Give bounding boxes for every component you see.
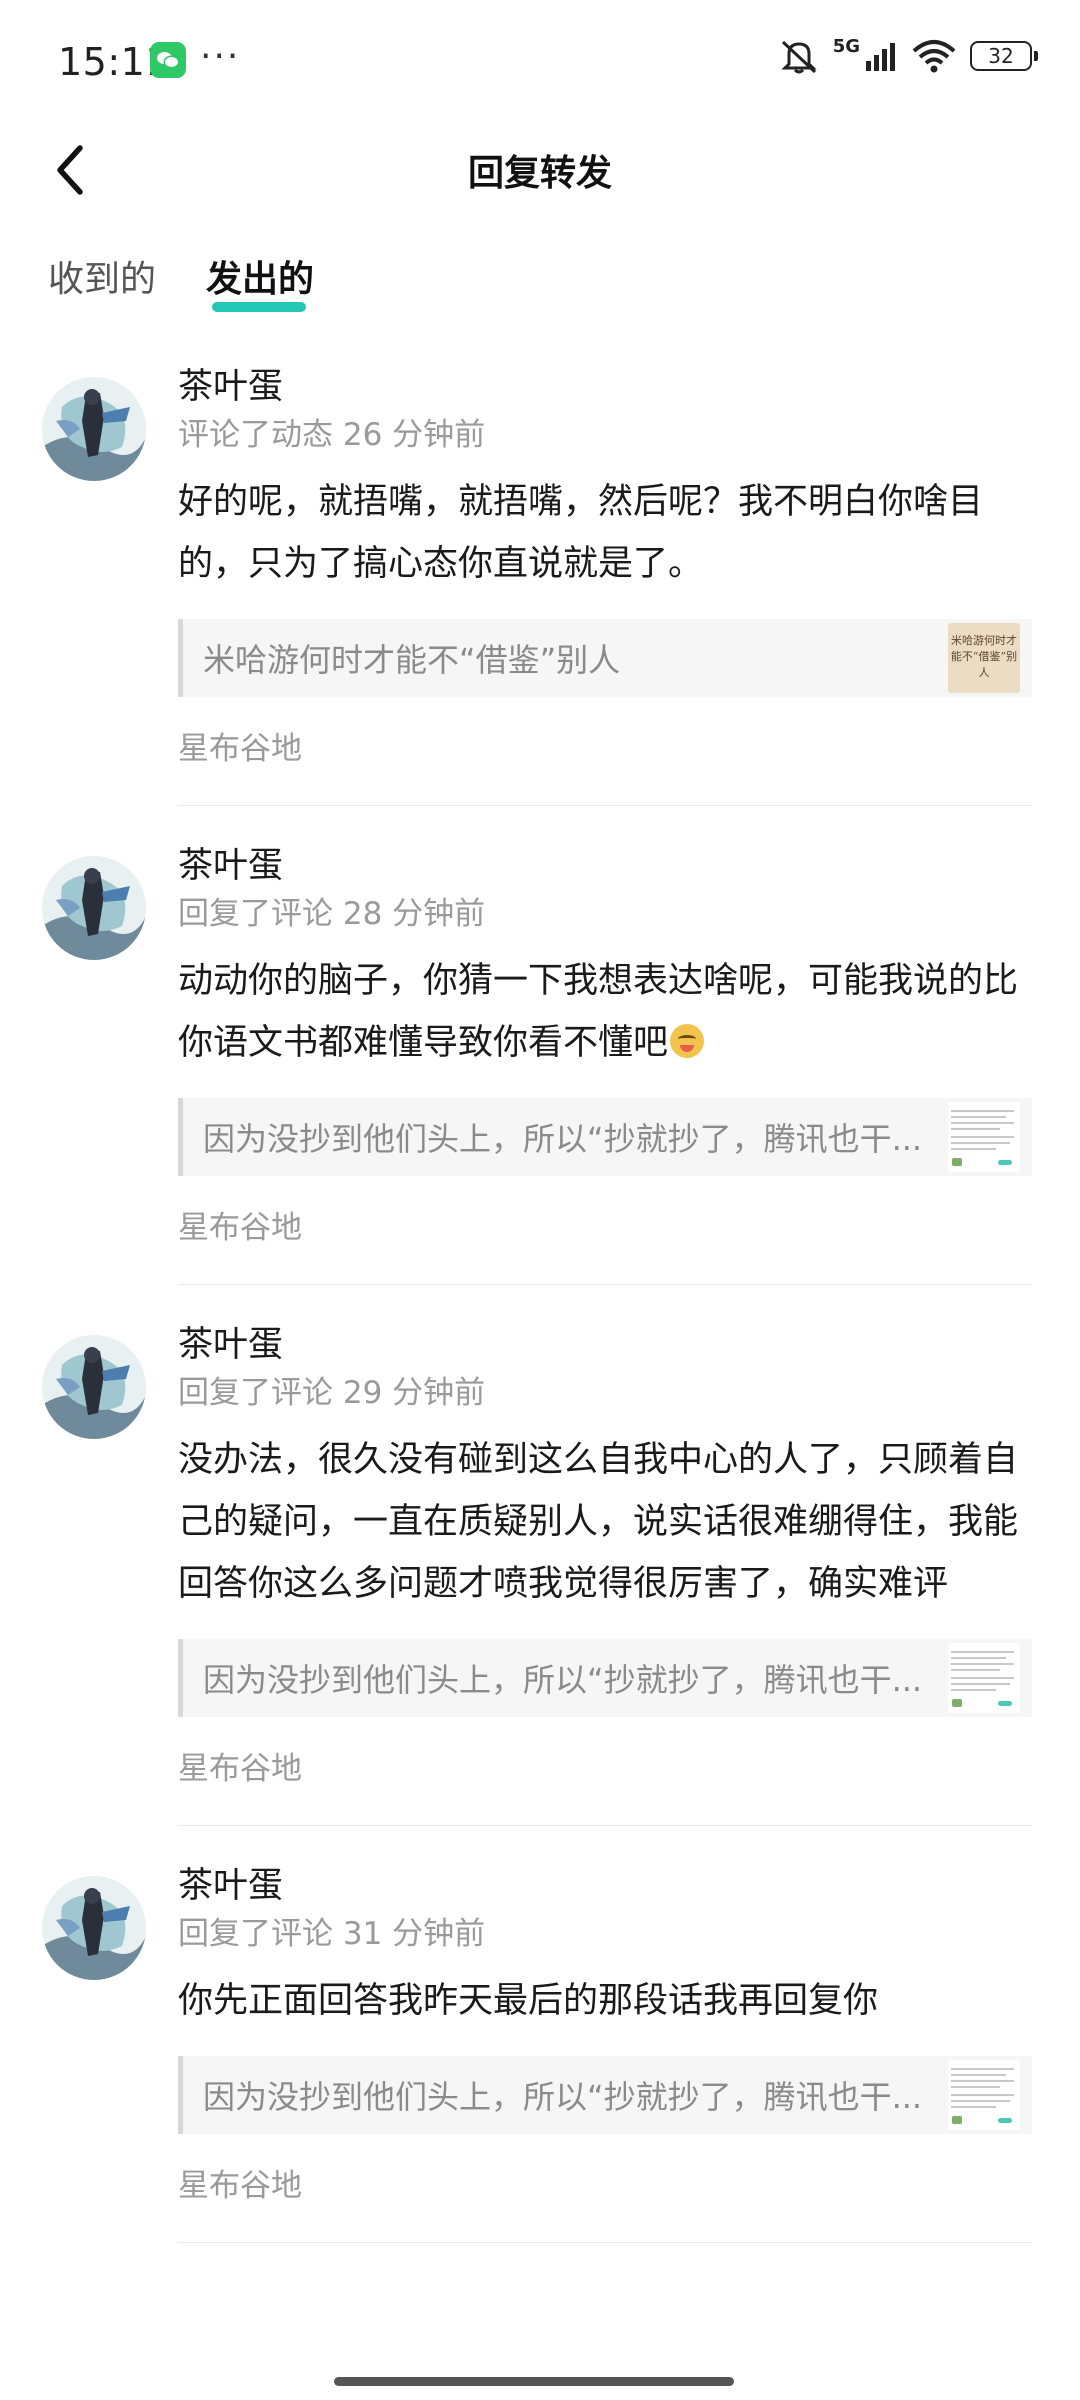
list-item[interactable]: 茶叶蛋 回复了评论 28 分钟前 动动你的脑子，你猜一下我想表达啥呢，可能我说的… [0, 844, 1080, 1285]
page-title: 回复转发 [467, 153, 612, 194]
activity-meta: 评论了动态 26 分钟前 [178, 417, 486, 453]
avatar[interactable] [42, 377, 146, 481]
user-name[interactable]: 茶叶蛋 [178, 1323, 1032, 1367]
wechat-icon [150, 42, 186, 78]
more-dots-icon: ··· [200, 36, 241, 77]
laughing-emoji-icon [670, 1024, 705, 1058]
user-name[interactable]: 茶叶蛋 [178, 365, 1032, 409]
wifi-icon [912, 40, 956, 73]
quoted-post[interactable]: 因为没抄到他们头上，所以“抄就抄了，腾讯也干... [178, 1098, 1032, 1176]
status-icons: 5G 32 [779, 35, 1038, 74]
user-name[interactable]: 茶叶蛋 [178, 844, 1032, 888]
user-name[interactable]: 茶叶蛋 [178, 1864, 1032, 1908]
quoted-post[interactable]: 因为没抄到他们头上，所以“抄就抄了，腾讯也干... [178, 2056, 1032, 2134]
topic-tag[interactable]: 星布谷地 [178, 2166, 1032, 2206]
quoted-text: 米哈游何时才能不“借鉴”别人 [203, 641, 621, 679]
quoted-text: 因为没抄到他们头上，所以“抄就抄了，腾讯也干... [203, 2078, 923, 2116]
reply-content: 没办法，很久没有碰到这么自我中心的人了，只顾着自己的疑问，一直在质疑别人，说实话… [178, 1440, 1019, 1604]
quoted-thumbnail [948, 1102, 1020, 1172]
divider [178, 2242, 1032, 2243]
reply-list: 茶叶蛋 评论了动态 26 分钟前 好的呢，就捂嘴，就捂嘴，然后呢？我不明白你啥目… [0, 355, 1080, 2281]
quoted-post[interactable]: 因为没抄到他们头上，所以“抄就抄了，腾讯也干... [178, 1639, 1032, 1717]
reply-text: 动动你的脑子，你猜一下我想表达啥呢，可能我说的比你语文书都难懂导致你看不懂吧 [178, 961, 1019, 1063]
tab-sent[interactable]: 发出的 [206, 250, 314, 302]
home-indicator[interactable] [334, 2377, 734, 2386]
reply-content: 好的呢，就捂嘴，就捂嘴，然后呢？我不明白你啥目的，只为了搞心态你直说就是了。 [178, 482, 984, 584]
avatar[interactable] [42, 856, 146, 960]
quoted-text: 因为没抄到他们头上，所以“抄就抄了，腾讯也干... [203, 1120, 923, 1158]
tab-bar: 收到的 发出的 [0, 250, 1080, 330]
nav-bar: 回复转发 [0, 120, 1080, 220]
list-item[interactable]: 茶叶蛋 回复了评论 31 分钟前 你先正面回答我昨天最后的那段话我再回复你 因为… [0, 1864, 1080, 2243]
divider [178, 1284, 1032, 1285]
active-tab-indicator [212, 302, 306, 312]
activity-meta: 回复了评论 29 分钟前 [178, 1375, 486, 1411]
quoted-thumbnail [948, 2060, 1020, 2130]
topic-tag[interactable]: 星布谷地 [178, 729, 1032, 769]
quoted-thumbnail [948, 1643, 1020, 1713]
list-item[interactable]: 茶叶蛋 回复了评论 29 分钟前 没办法，很久没有碰到这么自我中心的人了，只顾着… [0, 1323, 1080, 1826]
list-item[interactable]: 茶叶蛋 评论了动态 26 分钟前 好的呢，就捂嘴，就捂嘴，然后呢？我不明白你啥目… [0, 365, 1080, 806]
signal-icon [866, 43, 895, 71]
network-type: 5G [832, 35, 860, 57]
avatar[interactable] [42, 1876, 146, 1980]
status-bar: 15:11 ··· 5G 32 [0, 0, 1080, 130]
topic-tag[interactable]: 星布谷地 [178, 1749, 1032, 1789]
reply-content: 动动你的脑子，你猜一下我想表达啥呢，可能我说的比你语文书都难懂导致你看不懂吧 [178, 950, 1032, 1074]
battery-icon: 32 [970, 41, 1038, 71]
divider [178, 1825, 1032, 1826]
mute-icon [781, 40, 817, 74]
activity-meta: 回复了评论 28 分钟前 [178, 896, 486, 932]
topic-tag[interactable]: 星布谷地 [178, 1208, 1032, 1248]
reply-content: 你先正面回答我昨天最后的那段话我再回复你 [178, 1981, 879, 2021]
quoted-post[interactable]: 米哈游何时才能不“借鉴”别人 米哈游何时才能不“借鉴”别人 [178, 619, 1032, 697]
avatar[interactable] [42, 1335, 146, 1439]
quoted-thumbnail: 米哈游何时才能不“借鉴”别人 [948, 623, 1020, 693]
tab-received[interactable]: 收到的 [48, 250, 156, 302]
activity-meta: 回复了评论 31 分钟前 [178, 1916, 486, 1952]
quoted-text: 因为没抄到他们头上，所以“抄就抄了，腾讯也干... [203, 1661, 923, 1699]
divider [178, 805, 1032, 806]
